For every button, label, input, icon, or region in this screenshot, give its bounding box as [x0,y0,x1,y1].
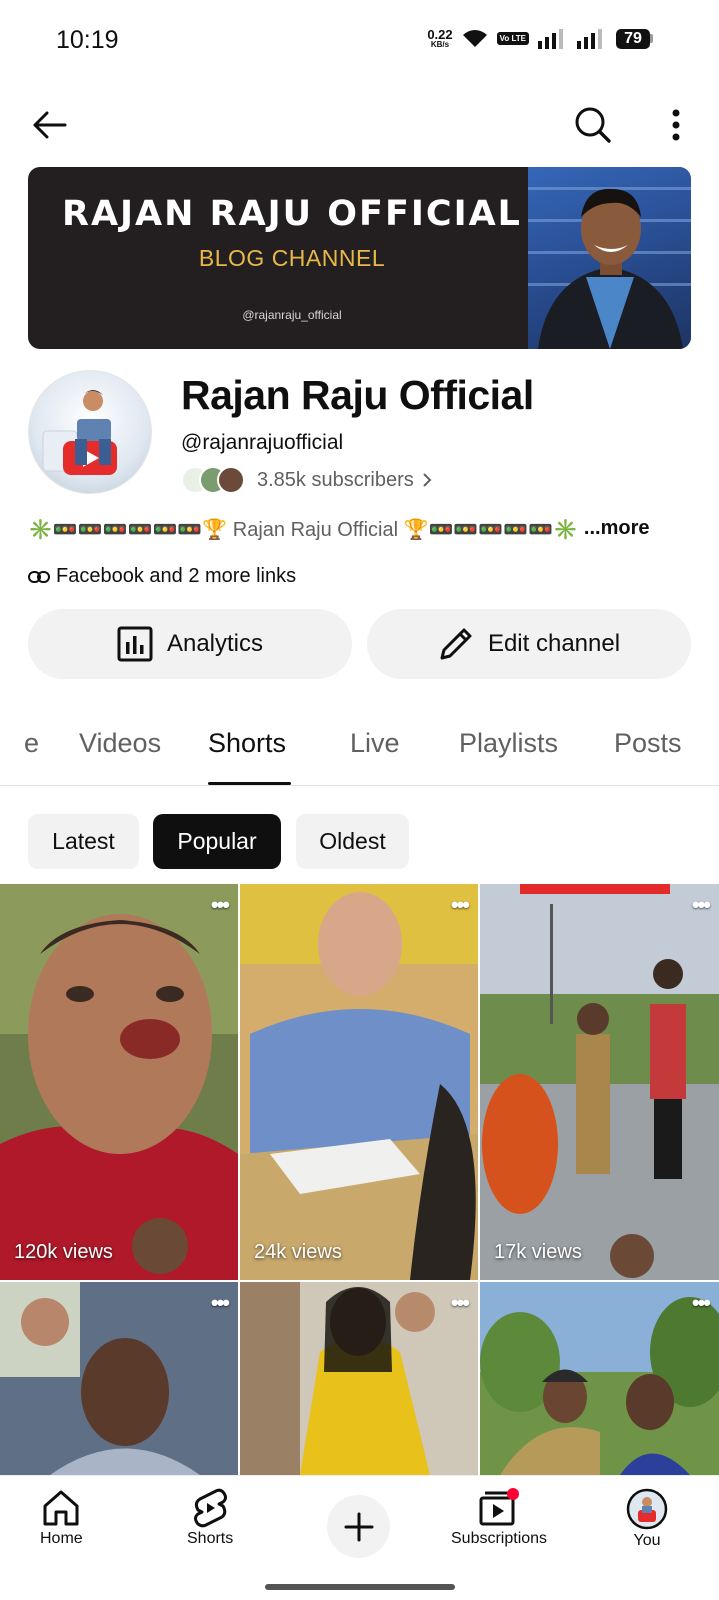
analytics-button[interactable]: Analytics [28,609,352,679]
tab-playlists[interactable]: Playlists [459,728,558,759]
status-time: 10:19 [56,26,119,54]
short-image [0,1282,238,1475]
nav-you[interactable]: You [626,1488,668,1550]
nav-subscriptions-label: Subscriptions [451,1530,548,1547]
network-speed: 0.22 KB/s [427,28,452,49]
short-options-icon[interactable]: ••• [451,1290,470,1316]
subscriber-count: 3.85k subscribers [257,468,414,491]
signal-strength-2-icon [577,28,602,49]
short-thumbnail-1[interactable]: ••• 120k views [0,884,238,1280]
network-speed-unit: KB/s [430,40,450,49]
channel-description[interactable]: ✳️🚥🚥🚥🚥🚥🚥🏆 Rajan Raju Official 🏆🚥🚥🚥🚥🚥✳️ .… [28,517,691,542]
short-image [480,884,719,1280]
nav-home[interactable]: Home [40,1488,83,1548]
subscriber-avatars [181,466,245,494]
status-indicators: 0.22 KB/s Vo LTE 79 [427,28,653,49]
short-thumbnail-5[interactable]: ••• [240,1282,478,1475]
more-description-link[interactable]: ...more [584,517,650,542]
tab-posts[interactable]: Posts [614,728,682,759]
subscriptions-icon [479,1488,520,1526]
nav-home-label: Home [40,1530,83,1547]
short-thumbnail-3[interactable]: ••• 17k views [480,884,719,1280]
short-options-icon[interactable]: ••• [451,892,470,918]
tab-shorts[interactable]: Shorts [208,728,286,759]
search-icon [575,107,611,143]
active-tab-indicator [208,782,291,785]
bottom-navigation: Home Shorts Subscriptions You [0,1475,719,1600]
channel-banner[interactable]: RAJAN RAJU OFFICIAL BLOG CHANNEL @rajanr… [28,167,691,349]
profile-avatar-icon [626,1488,668,1530]
create-button[interactable] [327,1495,390,1558]
short-thumbnail-6[interactable]: ••• [480,1282,719,1475]
banner-photo [528,167,691,349]
back-button[interactable] [26,102,72,148]
top-app-bar [0,96,719,154]
short-views: 120k views [14,1241,113,1263]
home-icon [43,1490,79,1526]
subscriber-avatar [217,466,245,494]
nav-shorts[interactable]: Shorts [187,1488,233,1548]
edit-channel-button[interactable]: Edit channel [367,609,691,679]
arrow-left-icon [33,111,67,139]
plus-icon [344,1512,373,1541]
more-options-button[interactable] [656,102,696,148]
analytics-label: Analytics [166,630,264,657]
signal-strength-icon [538,28,563,49]
chip-popular[interactable]: Popular [153,814,281,869]
short-options-icon[interactable]: ••• [692,892,711,918]
status-bar: 10:19 0.22 KB/s Vo LTE 79 [0,0,719,80]
short-image [240,1282,478,1475]
channel-handle: @rajanrajuofficial [181,431,344,454]
tab-videos[interactable]: Videos [79,728,161,759]
chevron-right-icon [423,473,432,487]
person-graphic [538,188,683,349]
channel-avatar[interactable] [28,370,152,494]
nav-you-label: You [633,1532,661,1549]
short-options-icon[interactable]: ••• [211,1290,230,1316]
wifi-icon [462,29,487,47]
pencil-icon [440,628,472,660]
short-options-icon[interactable]: ••• [692,1290,711,1316]
shorts-icon [194,1488,228,1528]
short-image [0,884,238,1280]
search-button[interactable] [570,102,616,148]
battery-level: 79 [616,28,650,49]
link-icon [28,570,50,583]
short-thumbnail-4[interactable]: ••• [0,1282,238,1475]
banner-title: RAJAN RAJU OFFICIAL [62,194,522,234]
short-thumbnail-2[interactable]: ••• 24k views [240,884,478,1280]
analytics-icon [117,626,153,662]
channel-tabs: e Videos Shorts Live Playlists Posts [0,700,719,786]
more-vert-icon [672,109,680,141]
channel-name: Rajan Raju Official [181,372,534,418]
nav-subscriptions[interactable]: Subscriptions [451,1488,547,1548]
short-image [240,884,478,1280]
links-label: Facebook and 2 more links [56,565,297,587]
battery-tip [650,34,653,43]
short-image [480,1282,719,1475]
channel-links[interactable]: Facebook and 2 more links [28,565,296,588]
avatar-graphic [42,390,117,475]
banner-handle: @rajanraju_official [242,308,342,322]
chip-latest[interactable]: Latest [28,814,139,869]
subscribers-row[interactable]: 3.85k subscribers [181,466,432,494]
short-views: 24k views [254,1241,342,1263]
short-options-icon[interactable]: ••• [211,892,230,918]
description-text: ✳️🚥🚥🚥🚥🚥🚥🏆 Rajan Raju Official 🏆🚥🚥🚥🚥🚥✳️ [28,519,578,541]
battery-indicator: 79 [616,28,653,49]
tab-live[interactable]: Live [350,728,400,759]
nav-shorts-label: Shorts [187,1530,234,1547]
home-indicator[interactable] [265,1584,455,1590]
short-views: 17k views [494,1241,582,1263]
edit-channel-label: Edit channel [487,630,621,657]
volte-badge: Vo LTE [496,32,529,45]
chip-oldest[interactable]: Oldest [296,814,409,869]
banner-subtitle: BLOG CHANNEL [198,245,386,271]
tab-partial[interactable]: e [24,728,39,759]
